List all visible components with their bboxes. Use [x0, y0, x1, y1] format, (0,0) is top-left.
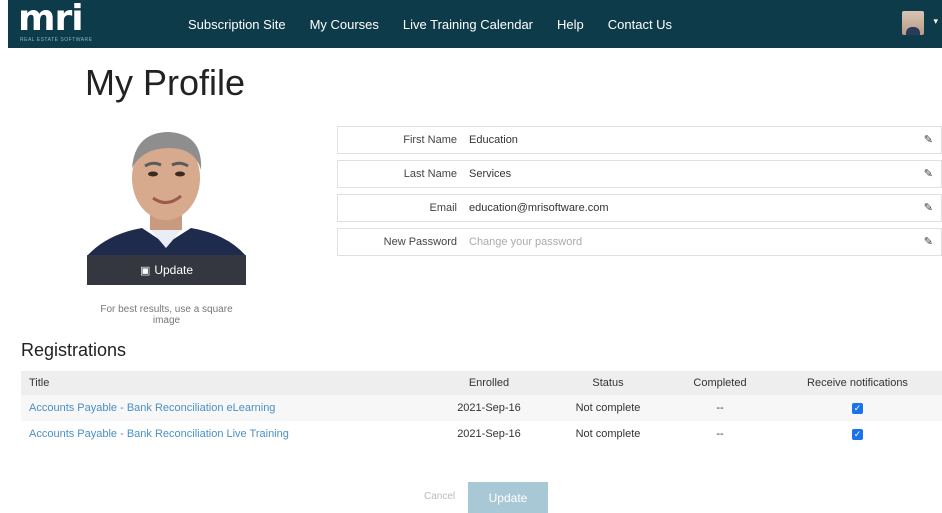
- table-header-row: Title Enrolled Status Completed Receive …: [21, 371, 942, 395]
- field-label: Email: [429, 202, 457, 214]
- field-label: Last Name: [403, 168, 457, 180]
- notification-toggle[interactable]: ✓: [773, 421, 942, 447]
- status-text: Not complete: [575, 428, 641, 440]
- update-button[interactable]: Update: [468, 482, 548, 513]
- enrolled-date: 2021-Sep-16: [429, 395, 549, 421]
- completed-date: --: [667, 395, 773, 421]
- page-title: My Profile: [85, 62, 246, 103]
- nav-help[interactable]: Help: [557, 17, 584, 32]
- nav-live-training-calendar[interactable]: Live Training Calendar: [403, 17, 533, 32]
- course-title-link[interactable]: Accounts Payable - Bank Reconciliation e…: [21, 395, 429, 421]
- field-value[interactable]: education@mrisoftware.com: [469, 202, 609, 214]
- course-link[interactable]: Accounts Payable - Bank Reconciliation e…: [29, 402, 275, 414]
- nav-my-courses[interactable]: My Courses: [310, 17, 379, 32]
- completed-date: --: [716, 428, 724, 440]
- pencil-icon[interactable]: ✎: [924, 133, 933, 146]
- enrolled-date: 2021-Sep-16: [457, 428, 521, 440]
- column-header-title[interactable]: Title: [21, 371, 429, 395]
- update-photo-label: Update: [154, 263, 194, 277]
- update-photo-button[interactable]: ▣ Update: [87, 255, 246, 285]
- course-title-link[interactable]: Accounts Payable - Bank Reconciliation L…: [21, 421, 429, 447]
- registrations-table: Title Enrolled Status Completed Receive …: [21, 371, 942, 447]
- table-row: Accounts Payable - Bank Reconciliation L…: [21, 421, 942, 447]
- camera-icon: ▣: [139, 264, 151, 277]
- column-header-notifications[interactable]: Receive notifications: [773, 371, 942, 395]
- column-header-completed[interactable]: Completed: [667, 371, 773, 395]
- nav-contact-us[interactable]: Contact Us: [608, 17, 672, 32]
- nav-subscription-site[interactable]: Subscription Site: [188, 17, 286, 32]
- profile-photo: ▣ Update: [87, 126, 246, 285]
- nav-links: Subscription Site My Courses Live Traini…: [188, 0, 696, 48]
- field-value[interactable]: Education: [469, 134, 518, 146]
- field-label: New Password: [383, 236, 457, 248]
- email-field[interactable]: Email education@mrisoftware.com ✎: [337, 194, 942, 222]
- column-header-status[interactable]: Status: [549, 371, 667, 395]
- field-label: First Name: [403, 134, 457, 146]
- pencil-icon[interactable]: ✎: [924, 167, 933, 180]
- field-value[interactable]: Services: [469, 168, 511, 180]
- registrations-heading: Registrations: [21, 340, 127, 360]
- notification-toggle[interactable]: ✓: [773, 395, 942, 421]
- table-row: Accounts Payable - Bank Reconciliation e…: [21, 395, 942, 421]
- top-navbar: mri REAL ESTATE SOFTWARE Subscription Si…: [8, 0, 942, 48]
- new-password-field[interactable]: New Password Change your password ✎: [337, 228, 942, 256]
- cancel-button[interactable]: Cancel: [424, 491, 455, 502]
- mri-logo[interactable]: mri REAL ESTATE SOFTWARE: [18, 0, 98, 46]
- first-name-field[interactable]: First Name Education ✎: [337, 126, 942, 154]
- checkbox-checked-icon[interactable]: ✓: [852, 429, 863, 440]
- pencil-icon[interactable]: ✎: [924, 201, 933, 214]
- course-link[interactable]: Accounts Payable - Bank Reconciliation L…: [29, 428, 289, 440]
- logo-wordmark: mri: [18, 0, 84, 39]
- logo-tagline: REAL ESTATE SOFTWARE: [20, 37, 93, 43]
- chevron-down-icon[interactable]: ▾: [933, 16, 938, 27]
- column-header-enrolled[interactable]: Enrolled: [429, 371, 549, 395]
- photo-hint: For best results, use a square image: [100, 304, 233, 326]
- status-text: Not complete: [549, 395, 667, 421]
- password-placeholder[interactable]: Change your password: [469, 236, 582, 248]
- user-avatar[interactable]: [902, 11, 924, 35]
- last-name-field[interactable]: Last Name Services ✎: [337, 160, 942, 188]
- checkbox-checked-icon[interactable]: ✓: [852, 403, 863, 414]
- pencil-icon[interactable]: ✎: [924, 235, 933, 248]
